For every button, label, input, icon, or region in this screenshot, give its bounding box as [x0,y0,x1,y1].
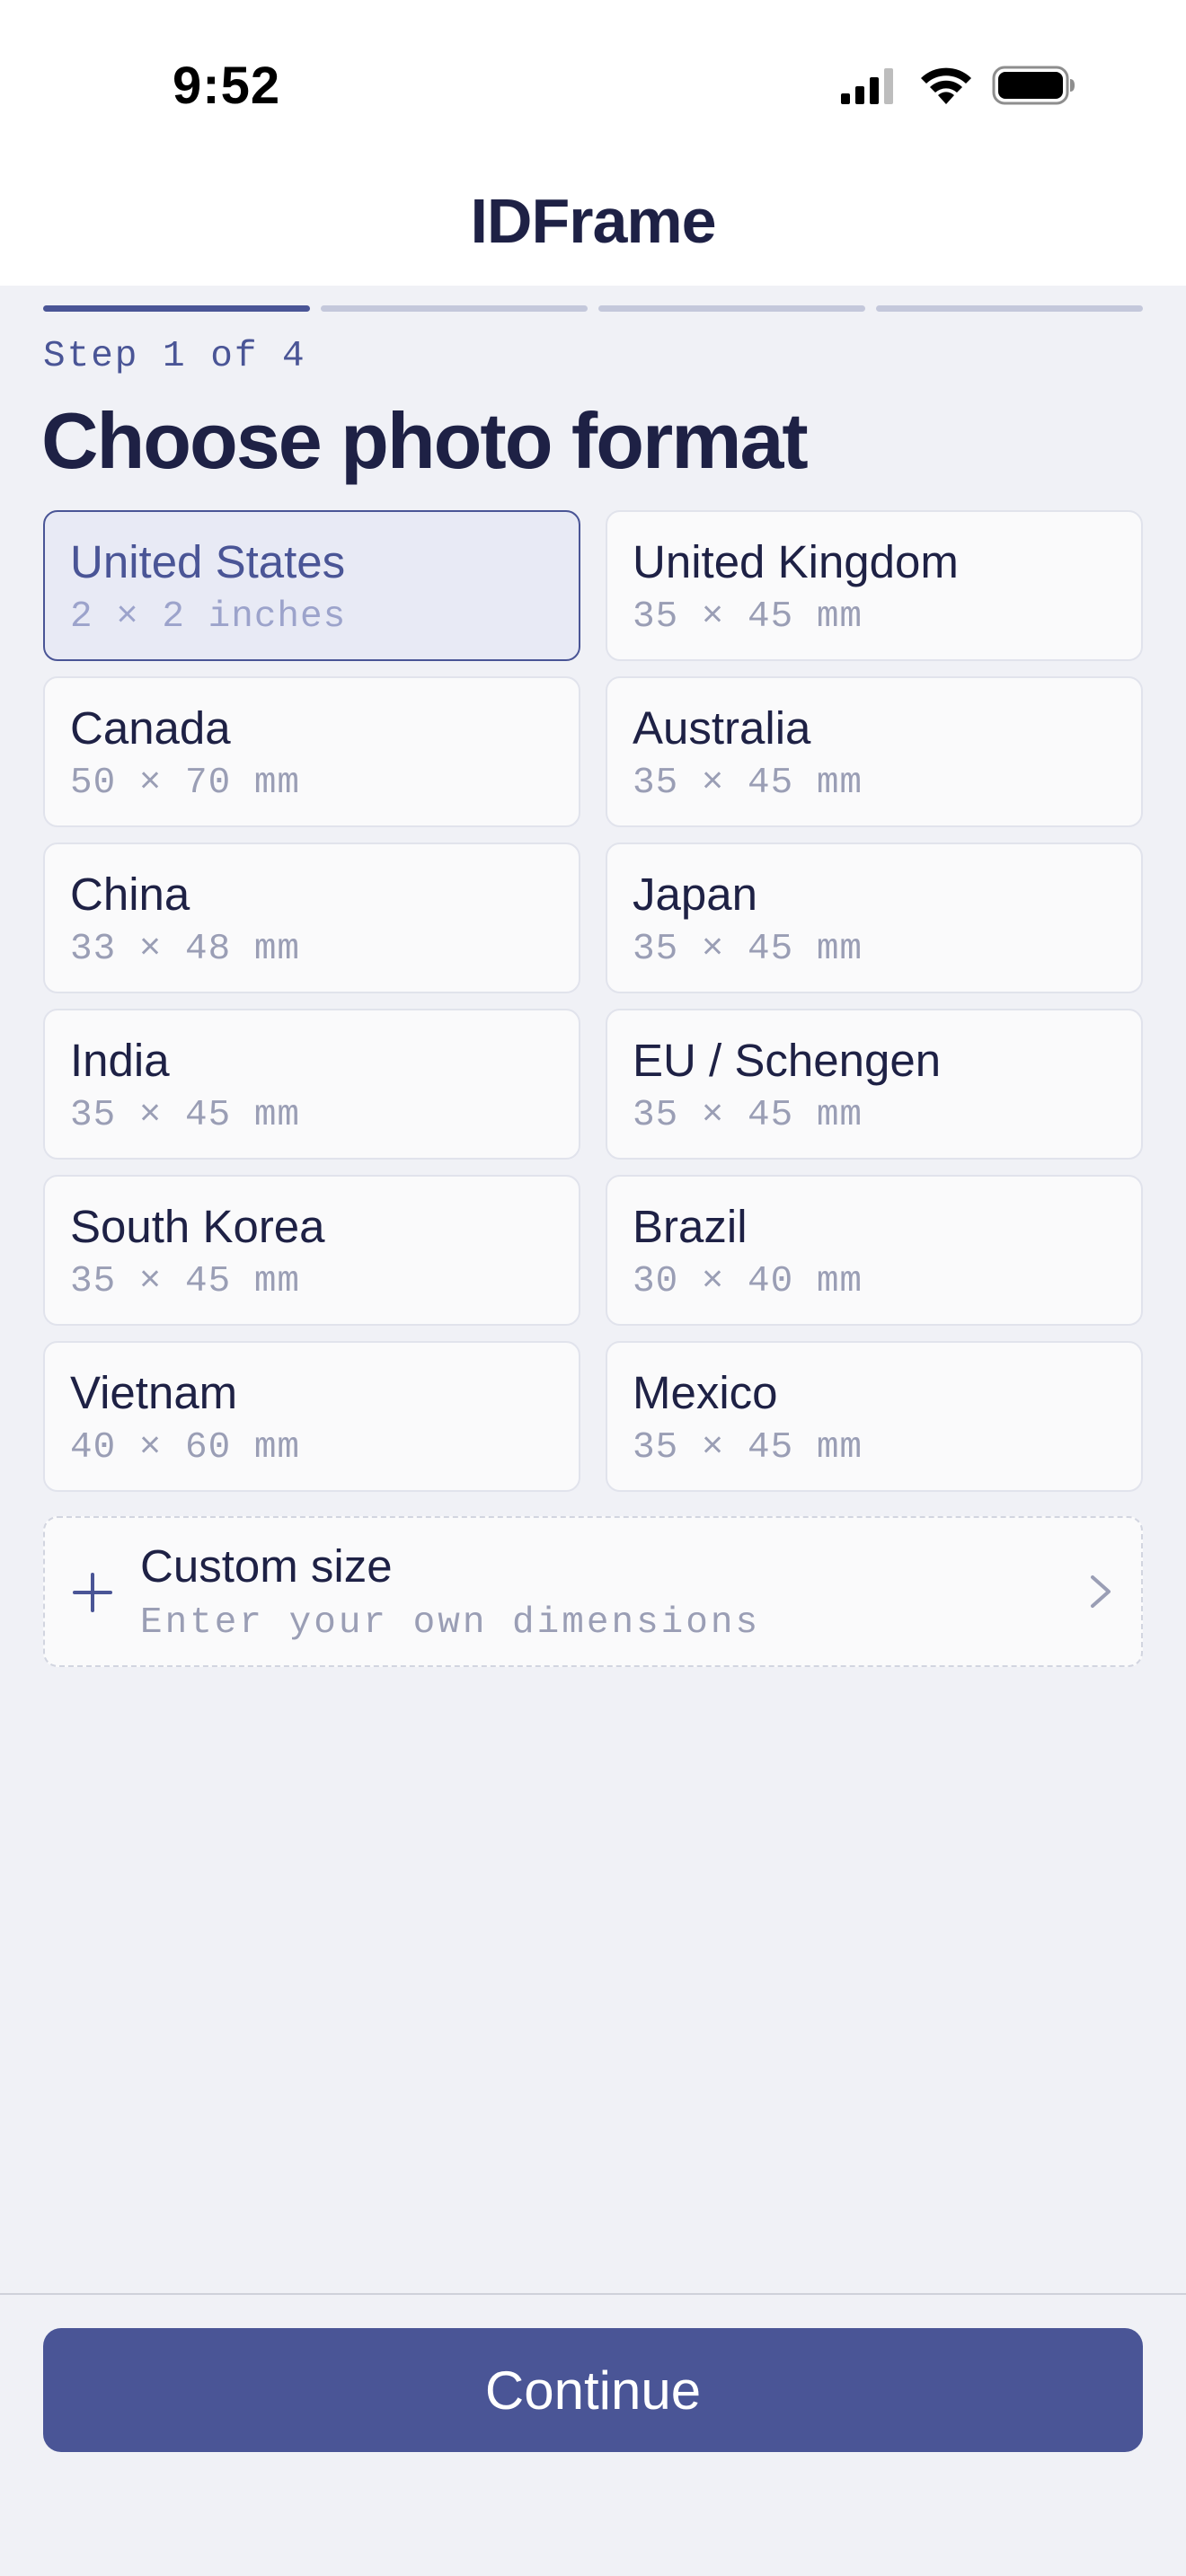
format-size: 33 × 48 mm [70,929,301,970]
chevron-right-icon [1091,1575,1111,1608]
wifi-icon [921,67,971,104]
format-size: 35 × 45 mm [633,1427,863,1469]
format-card-brazil[interactable]: Brazil 30 × 40 mm [606,1175,1143,1326]
progress-segment-4 [876,305,1143,312]
app-title: IDFrame [470,186,716,256]
format-card-mexico[interactable]: Mexico 35 × 45 mm [606,1341,1143,1492]
format-size: 35 × 45 mm [70,1261,301,1302]
format-card-japan[interactable]: Japan 35 × 45 mm [606,842,1143,993]
progress-segment-3 [598,305,865,312]
step-progress-bar [43,305,1143,313]
format-card-china[interactable]: China 33 × 48 mm [43,842,580,993]
status-time: 9:52 [173,57,281,115]
format-size: 2 × 2 inches [70,596,347,638]
format-card-south-korea[interactable]: South Korea 35 × 45 mm [43,1175,580,1326]
format-name: EU / Schengen [633,1035,942,1086]
format-size: 35 × 45 mm [70,1095,301,1136]
continue-button[interactable]: Continue [43,2328,1143,2452]
custom-size-title: Custom size [140,1540,393,1592]
cellular-signal-icon [841,68,893,104]
bottom-divider [0,2293,1186,2295]
format-name: Mexico [633,1367,778,1418]
battery-icon [992,66,1075,105]
custom-size-subtitle: Enter your own dimensions [140,1602,761,1644]
format-name: Japan [633,869,757,920]
progress-segment-1 [43,305,310,312]
format-name: United Kingdom [633,536,959,587]
status-bar: 9:52 [0,0,1186,171]
format-grid: United States 2 × 2 inches United Kingdo… [43,510,1143,1492]
format-name: South Korea [70,1201,325,1252]
format-name: Vietnam [70,1367,238,1418]
format-name: Australia [633,702,811,754]
format-name: Canada [70,702,231,754]
format-name: United States [70,536,346,587]
format-size: 40 × 60 mm [70,1427,301,1469]
format-card-united-states[interactable]: United States 2 × 2 inches [43,510,580,661]
plus-icon [73,1573,112,1612]
format-card-vietnam[interactable]: Vietnam 40 × 60 mm [43,1341,580,1492]
format-card-united-kingdom[interactable]: United Kingdom 35 × 45 mm [606,510,1143,661]
progress-segment-2 [321,305,588,312]
format-size: 35 × 45 mm [633,763,863,804]
format-name: China [70,869,190,920]
format-card-australia[interactable]: Australia 35 × 45 mm [606,676,1143,827]
page-title: Choose photo format [41,396,809,485]
format-name: India [70,1035,170,1086]
format-size: 35 × 45 mm [633,929,863,970]
format-size: 35 × 45 mm [633,596,863,638]
format-card-india[interactable]: India 35 × 45 mm [43,1009,580,1160]
step-label: Step 1 of 4 [43,336,306,377]
custom-size-card[interactable]: Custom size Enter your own dimensions [43,1516,1143,1667]
format-size: 35 × 45 mm [633,1095,863,1136]
format-card-eu-schengen[interactable]: EU / Schengen 35 × 45 mm [606,1009,1143,1160]
format-size: 30 × 40 mm [633,1261,863,1302]
format-size: 50 × 70 mm [70,763,301,804]
format-card-canada[interactable]: Canada 50 × 70 mm [43,676,580,827]
format-name: Brazil [633,1201,748,1252]
navigation-bar: IDFrame [0,171,1186,286]
